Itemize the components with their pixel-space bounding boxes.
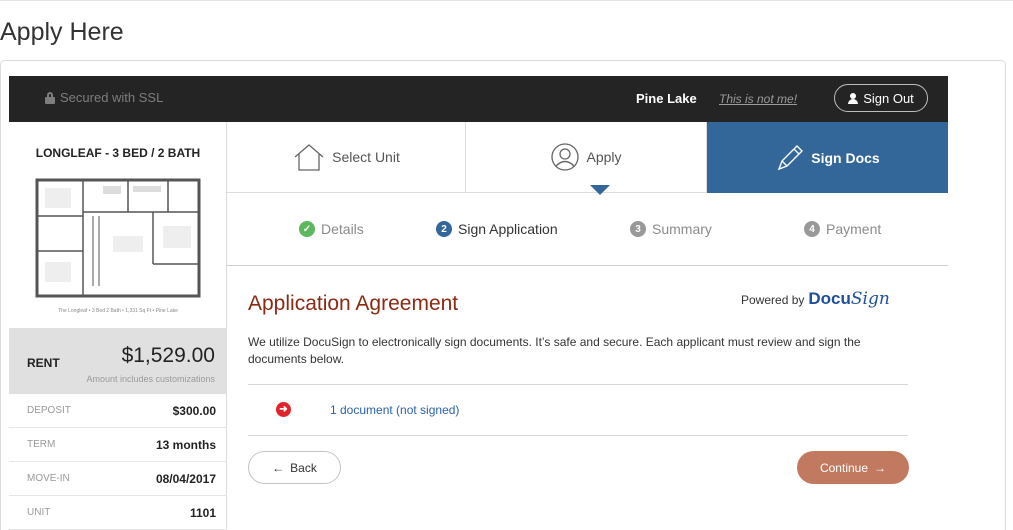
floorplan-caption: The Longleaf • 3 Bed 2 Bath • 1,331 Sq F… [58, 308, 178, 314]
powered-by-text: Powered by [741, 293, 805, 307]
detail-row: UNIT 1101 [9, 496, 227, 530]
continue-button[interactable]: Continue → [797, 451, 909, 484]
tab-select-unit[interactable]: Select Unit [227, 122, 466, 192]
tab-apply[interactable]: Apply [466, 122, 707, 192]
sub-steps: ✓ Details 2 Sign Application 3 Summary 4… [227, 193, 948, 266]
arrow-left-icon: ← [272, 460, 285, 475]
divider [248, 435, 908, 436]
rent-value: $1,529.00 [121, 344, 215, 367]
substep-label: Details [321, 221, 364, 237]
top-divider [0, 0, 1013, 1]
step-number: 3 [630, 221, 646, 237]
check-icon: ✓ [299, 221, 315, 237]
step-tabs: Select Unit Apply Sign Docs [227, 122, 948, 193]
pencil-icon [778, 144, 804, 170]
rent-label: RENT [27, 356, 60, 370]
back-label: Back [290, 460, 317, 475]
community-name: Pine Lake [636, 91, 697, 106]
divider [248, 384, 908, 385]
tab-label: Sign Docs [811, 149, 880, 166]
sign-out-button[interactable]: Sign Out [834, 84, 928, 112]
unit-summary-panel: LONGLEAF - 3 BED / 2 BATH The Longleaf •… [9, 122, 227, 530]
page-title: Apply Here [0, 18, 124, 46]
detail-row: MOVE-IN 08/04/2017 [9, 462, 227, 496]
rent-note: Amount includes customizations [86, 374, 215, 384]
detail-value: $300.00 [172, 404, 216, 418]
document-link[interactable]: 1 document (not signed) [330, 403, 459, 417]
substep-summary: 3 Summary [630, 221, 712, 237]
docusign-logo: Powered by DocuSign [741, 289, 890, 309]
arrow-right-icon: → [874, 460, 887, 475]
continue-label: Continue [819, 460, 869, 475]
rent-box: RENT $1,529.00 Amount includes customiza… [9, 328, 227, 394]
tab-label: Select Unit [332, 149, 400, 165]
detail-value: 08/04/2017 [155, 472, 216, 486]
substep-label: Payment [826, 221, 882, 237]
step-number: 4 [804, 221, 820, 237]
agreement-description: We utilize DocuSign to electronically si… [248, 335, 861, 366]
detail-label: TERM [27, 439, 56, 450]
ssl-text: Secured with SSL [60, 90, 164, 105]
sign-out-label: Sign Out [863, 90, 914, 106]
brand-part-a: Docu [808, 289, 851, 308]
agreement-title: Application Agreement [248, 292, 459, 315]
header-bar: Secured with SSL Pine Lake This is not m… [9, 76, 948, 122]
tab-sign-docs[interactable]: Sign Docs [707, 122, 948, 193]
ssl-indicator: Secured with SSL [45, 90, 163, 105]
substep-label: Summary [652, 221, 712, 237]
lock-icon [45, 91, 55, 104]
brand-part-b: Sign [850, 289, 890, 309]
detail-row: DEPOSIT $300.00 [9, 394, 227, 428]
step-number: 2 [436, 221, 452, 237]
detail-label: MOVE-IN [27, 473, 70, 484]
detail-value: 13 months [155, 438, 216, 452]
not-me-link[interactable]: This is not me! [719, 92, 797, 106]
detail-value: 1101 [189, 506, 216, 520]
house-icon [294, 144, 324, 171]
user-circle-icon [551, 143, 580, 171]
substep-sign-application[interactable]: 2 Sign Application [436, 221, 558, 237]
detail-label: UNIT [27, 507, 51, 518]
tab-label: Apply [586, 149, 622, 165]
substep-details[interactable]: ✓ Details [299, 221, 364, 237]
substep-label: Sign Application [458, 221, 558, 237]
arrow-right-circle-icon: ➜ [276, 402, 291, 417]
unit-title: LONGLEAF - 3 BED / 2 BATH [35, 146, 201, 160]
detail-row: TERM 13 months [9, 428, 227, 462]
detail-label: DEPOSIT [27, 405, 71, 416]
back-button[interactable]: ← Back [248, 451, 341, 484]
user-icon [848, 92, 859, 104]
floorplan-image [35, 178, 201, 298]
substep-payment: 4 Payment [804, 221, 881, 237]
